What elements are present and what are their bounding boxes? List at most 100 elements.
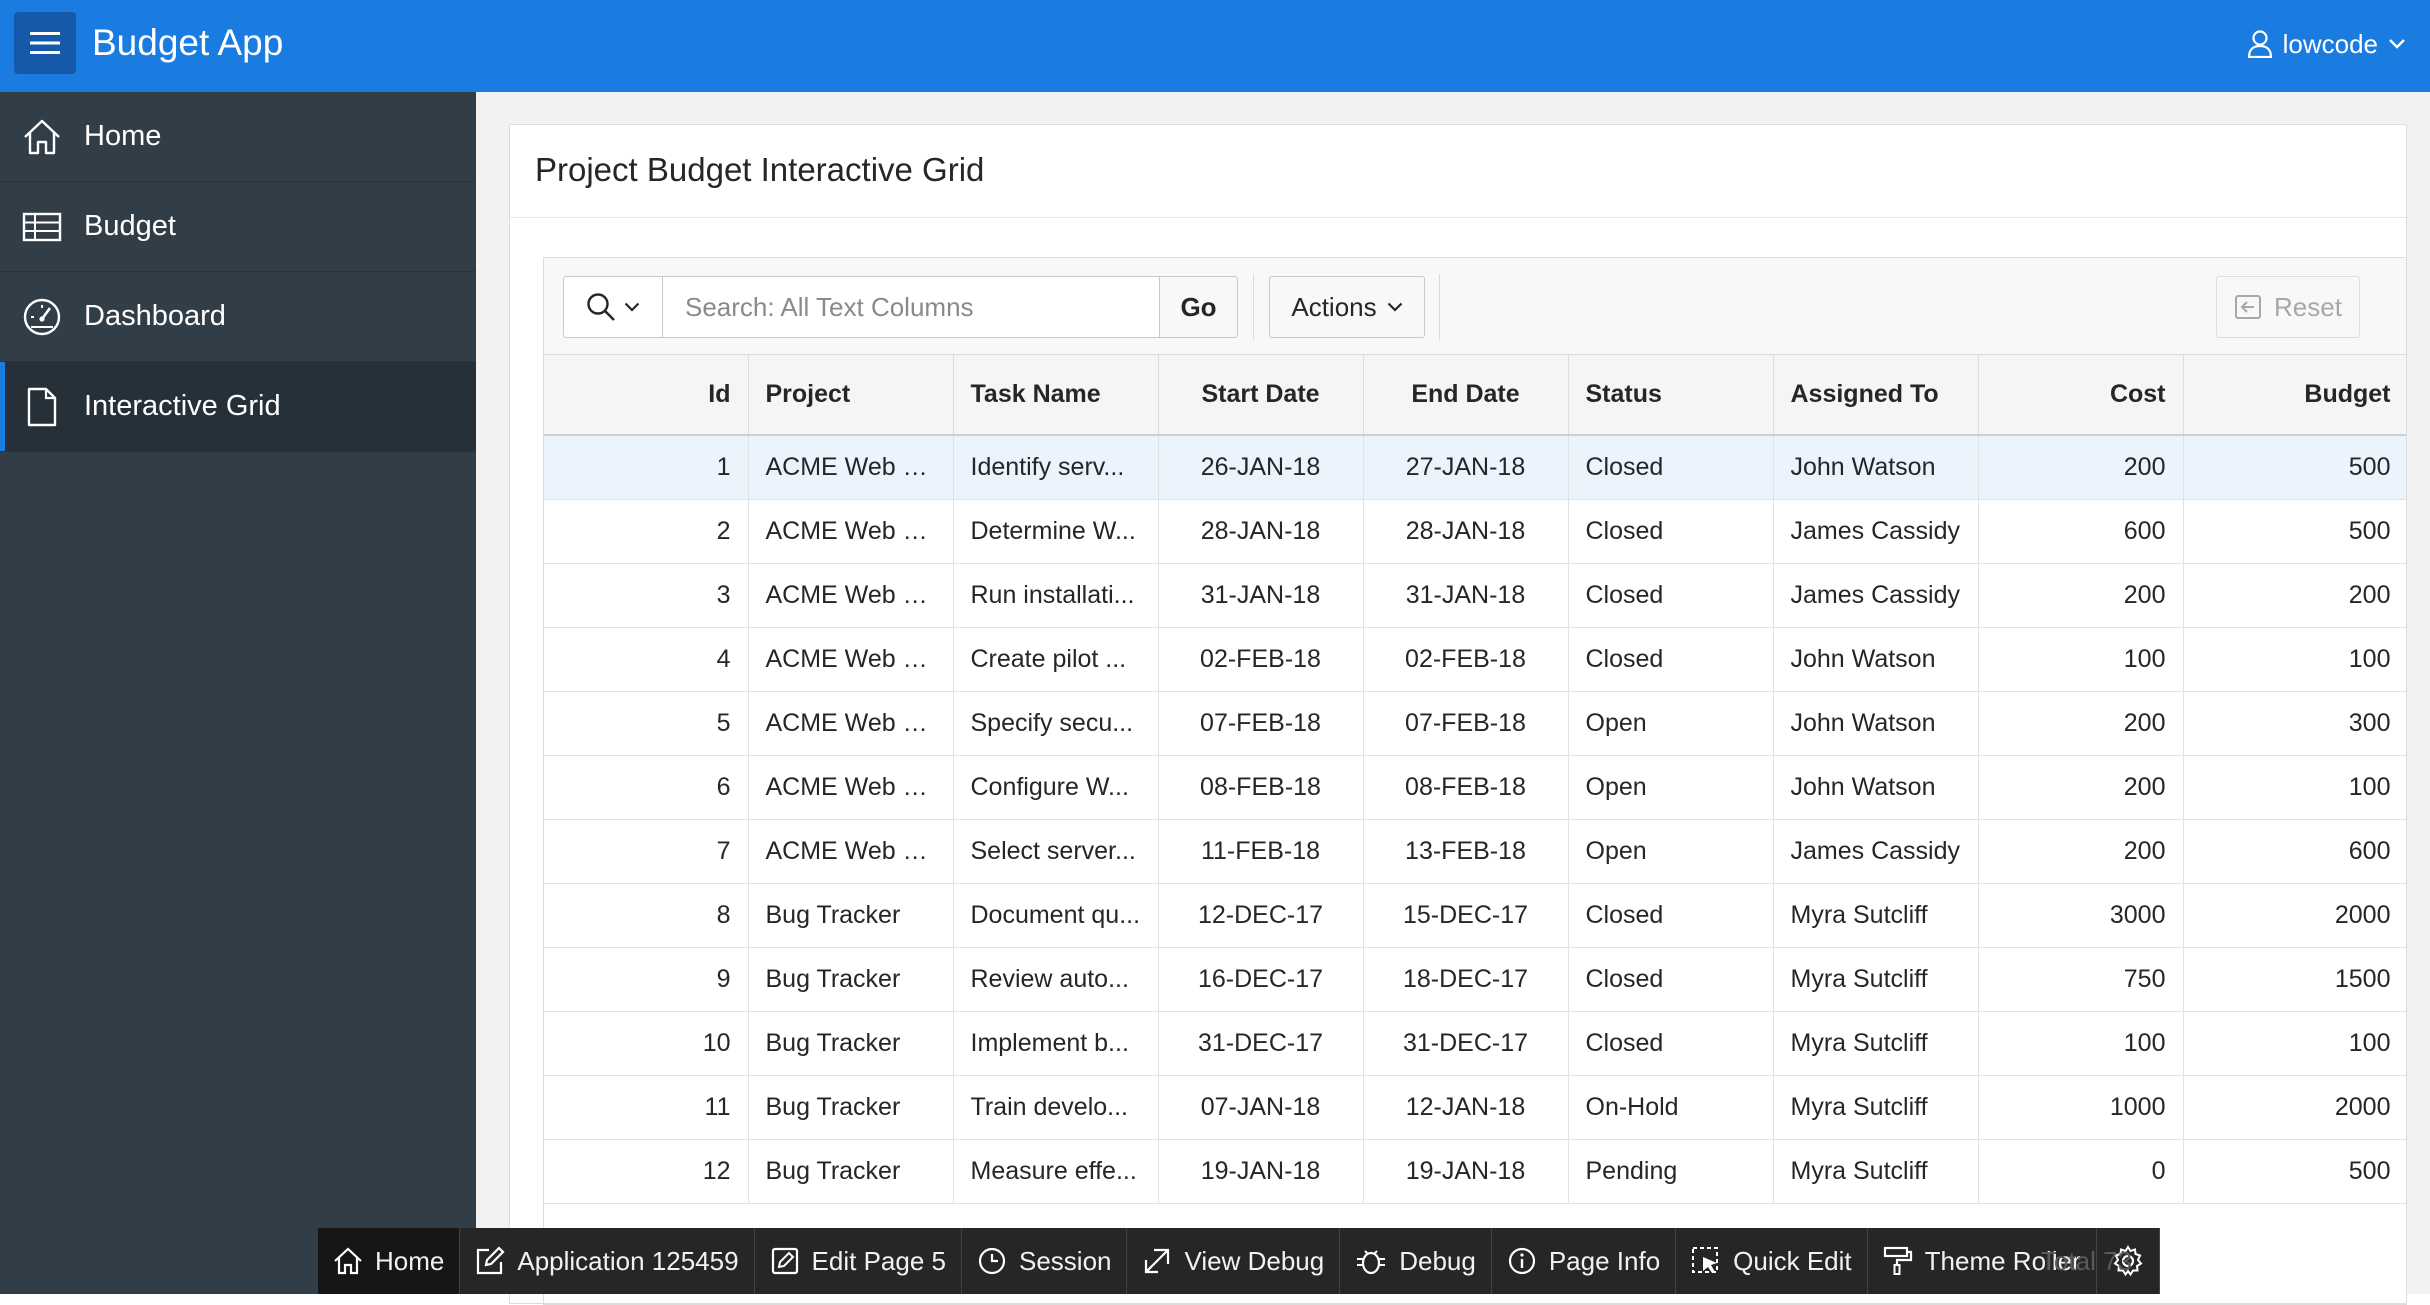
cell-cost[interactable]: 200 — [1978, 819, 2184, 884]
table-row[interactable]: 11 Bug Tracker Train develo... 07-JAN-18 12-… — [544, 1075, 2406, 1140]
cell-start-date[interactable]: 07-JAN-18 — [1158, 1075, 1364, 1140]
cell-end-date[interactable]: 08-FEB-18 — [1363, 755, 1569, 820]
cell-cost[interactable]: 200 — [1978, 435, 2184, 500]
menu-toggle-button[interactable] — [14, 12, 76, 74]
cell-budget[interactable]: 300 — [2183, 691, 2406, 756]
cell-status[interactable]: Closed — [1568, 1011, 1774, 1076]
cell-assigned-to[interactable]: Myra Sutcliff — [1773, 1139, 1979, 1204]
column-header-id[interactable]: Id — [544, 355, 749, 436]
cell-budget[interactable]: 2000 — [2183, 1075, 2406, 1140]
cell-assigned-to[interactable]: Myra Sutcliff — [1773, 1011, 1979, 1076]
cell-end-date[interactable]: 31-JAN-18 — [1363, 563, 1569, 628]
cell-project[interactable]: Bug Tracker — [748, 947, 954, 1012]
cell-start-date[interactable]: 07-FEB-18 — [1158, 691, 1364, 756]
cell-cost[interactable]: 3000 — [1978, 883, 2184, 948]
user-menu[interactable]: lowcode — [2247, 22, 2406, 66]
cell-task-name[interactable]: Identify serv... — [953, 435, 1159, 500]
cell-end-date[interactable]: 28-JAN-18 — [1363, 499, 1569, 564]
table-row[interactable]: 8 Bug Tracker Document qu... 12-DEC-17 15-DE… — [544, 883, 2406, 948]
cell-assigned-to[interactable]: James Cassidy — [1773, 819, 1979, 884]
cell-project[interactable]: Bug Tracker — [748, 1011, 954, 1076]
cell-start-date[interactable]: 11-FEB-18 — [1158, 819, 1364, 884]
cell-task-name[interactable]: Measure effe... — [953, 1139, 1159, 1204]
cell-project[interactable]: Bug Tracker — [748, 1139, 954, 1204]
cell-budget[interactable]: 500 — [2183, 1139, 2406, 1204]
cell-task-name[interactable]: Specify secu... — [953, 691, 1159, 756]
dev-application-button[interactable]: Application 125459 — [460, 1228, 755, 1294]
cell-budget[interactable]: 1500 — [2183, 947, 2406, 1012]
sidebar-item-home[interactable]: Home — [0, 92, 476, 182]
cell-project[interactable]: Bug Tracker — [748, 1075, 954, 1140]
sidebar-item-dashboard[interactable]: Dashboard — [0, 272, 476, 362]
table-row[interactable]: 6 ACME Web E... Configure W... 08-FEB-18 08-… — [544, 755, 2406, 820]
cell-start-date[interactable]: 28-JAN-18 — [1158, 499, 1364, 564]
cell-budget[interactable]: 500 — [2183, 435, 2406, 500]
column-header-cost[interactable]: Cost — [1978, 355, 2184, 436]
cell-project[interactable]: ACME Web E... — [748, 691, 954, 756]
cell-status[interactable]: Pending — [1568, 1139, 1774, 1204]
cell-status[interactable]: Closed — [1568, 499, 1774, 564]
cell-start-date[interactable]: 31-JAN-18 — [1158, 563, 1364, 628]
dev-debug-button[interactable]: Debug — [1340, 1228, 1492, 1294]
column-header-end-date[interactable]: End Date — [1363, 355, 1569, 436]
cell-status[interactable]: Closed — [1568, 563, 1774, 628]
cell-id[interactable]: 2 — [544, 499, 749, 564]
cell-budget[interactable]: 2000 — [2183, 883, 2406, 948]
table-row[interactable]: 4 ACME Web E... Create pilot ... 02-FEB-18 0… — [544, 627, 2406, 692]
cell-assigned-to[interactable]: James Cassidy — [1773, 563, 1979, 628]
cell-cost[interactable]: 200 — [1978, 691, 2184, 756]
cell-task-name[interactable]: Implement b... — [953, 1011, 1159, 1076]
cell-id[interactable]: 4 — [544, 627, 749, 692]
cell-status[interactable]: Closed — [1568, 947, 1774, 1012]
dev-quick-edit-button[interactable]: Quick Edit — [1676, 1228, 1868, 1294]
cell-assigned-to[interactable]: John Watson — [1773, 435, 1979, 500]
cell-id[interactable]: 9 — [544, 947, 749, 1012]
cell-assigned-to[interactable]: Myra Sutcliff — [1773, 883, 1979, 948]
cell-cost[interactable]: 200 — [1978, 563, 2184, 628]
cell-project[interactable]: ACME Web E... — [748, 499, 954, 564]
cell-task-name[interactable]: Select server... — [953, 819, 1159, 884]
cell-end-date[interactable]: 19-JAN-18 — [1363, 1139, 1569, 1204]
cell-assigned-to[interactable]: John Watson — [1773, 755, 1979, 820]
cell-project[interactable]: ACME Web E... — [748, 435, 954, 500]
table-row[interactable]: 9 Bug Tracker Review auto... 16-DEC-17 18-DE… — [544, 947, 2406, 1012]
cell-budget[interactable]: 100 — [2183, 627, 2406, 692]
dev-page-info-button[interactable]: Page Info — [1492, 1228, 1677, 1294]
cell-task-name[interactable]: Create pilot ... — [953, 627, 1159, 692]
reset-button[interactable]: Reset — [2216, 276, 2360, 338]
cell-id[interactable]: 3 — [544, 563, 749, 628]
cell-cost[interactable]: 200 — [1978, 755, 2184, 820]
cell-end-date[interactable]: 13-FEB-18 — [1363, 819, 1569, 884]
table-row[interactable]: 10 Bug Tracker Implement b... 31-DEC-17 31-D… — [544, 1011, 2406, 1076]
cell-task-name[interactable]: Determine W... — [953, 499, 1159, 564]
cell-status[interactable]: Closed — [1568, 883, 1774, 948]
actions-menu-button[interactable]: Actions — [1269, 276, 1425, 338]
cell-budget[interactable]: 500 — [2183, 499, 2406, 564]
column-header-status[interactable]: Status — [1568, 355, 1774, 436]
cell-task-name[interactable]: Train develo... — [953, 1075, 1159, 1140]
cell-id[interactable]: 6 — [544, 755, 749, 820]
cell-id[interactable]: 10 — [544, 1011, 749, 1076]
cell-budget[interactable]: 100 — [2183, 755, 2406, 820]
cell-status[interactable]: Open — [1568, 819, 1774, 884]
cell-budget[interactable]: 200 — [2183, 563, 2406, 628]
cell-cost[interactable]: 750 — [1978, 947, 2184, 1012]
cell-id[interactable]: 5 — [544, 691, 749, 756]
search-column-select[interactable] — [563, 276, 663, 338]
dev-edit-page-button[interactable]: Edit Page 5 — [755, 1228, 962, 1294]
cell-assigned-to[interactable]: Myra Sutcliff — [1773, 947, 1979, 1012]
cell-task-name[interactable]: Run installati... — [953, 563, 1159, 628]
search-input[interactable] — [662, 276, 1160, 338]
cell-start-date[interactable]: 08-FEB-18 — [1158, 755, 1364, 820]
table-row[interactable]: 5 ACME Web E... Specify secu... 07-FEB-18 07… — [544, 691, 2406, 756]
column-header-start-date[interactable]: Start Date — [1158, 355, 1364, 436]
column-header-assigned-to[interactable]: Assigned To — [1773, 355, 1979, 436]
cell-id[interactable]: 7 — [544, 819, 749, 884]
cell-id[interactable]: 11 — [544, 1075, 749, 1140]
column-header-project[interactable]: Project — [748, 355, 954, 436]
cell-assigned-to[interactable]: John Watson — [1773, 691, 1979, 756]
cell-end-date[interactable]: 18-DEC-17 — [1363, 947, 1569, 1012]
cell-start-date[interactable]: 16-DEC-17 — [1158, 947, 1364, 1012]
column-header-budget[interactable]: Budget — [2183, 355, 2406, 436]
column-header-task-name[interactable]: Task Name — [953, 355, 1159, 436]
